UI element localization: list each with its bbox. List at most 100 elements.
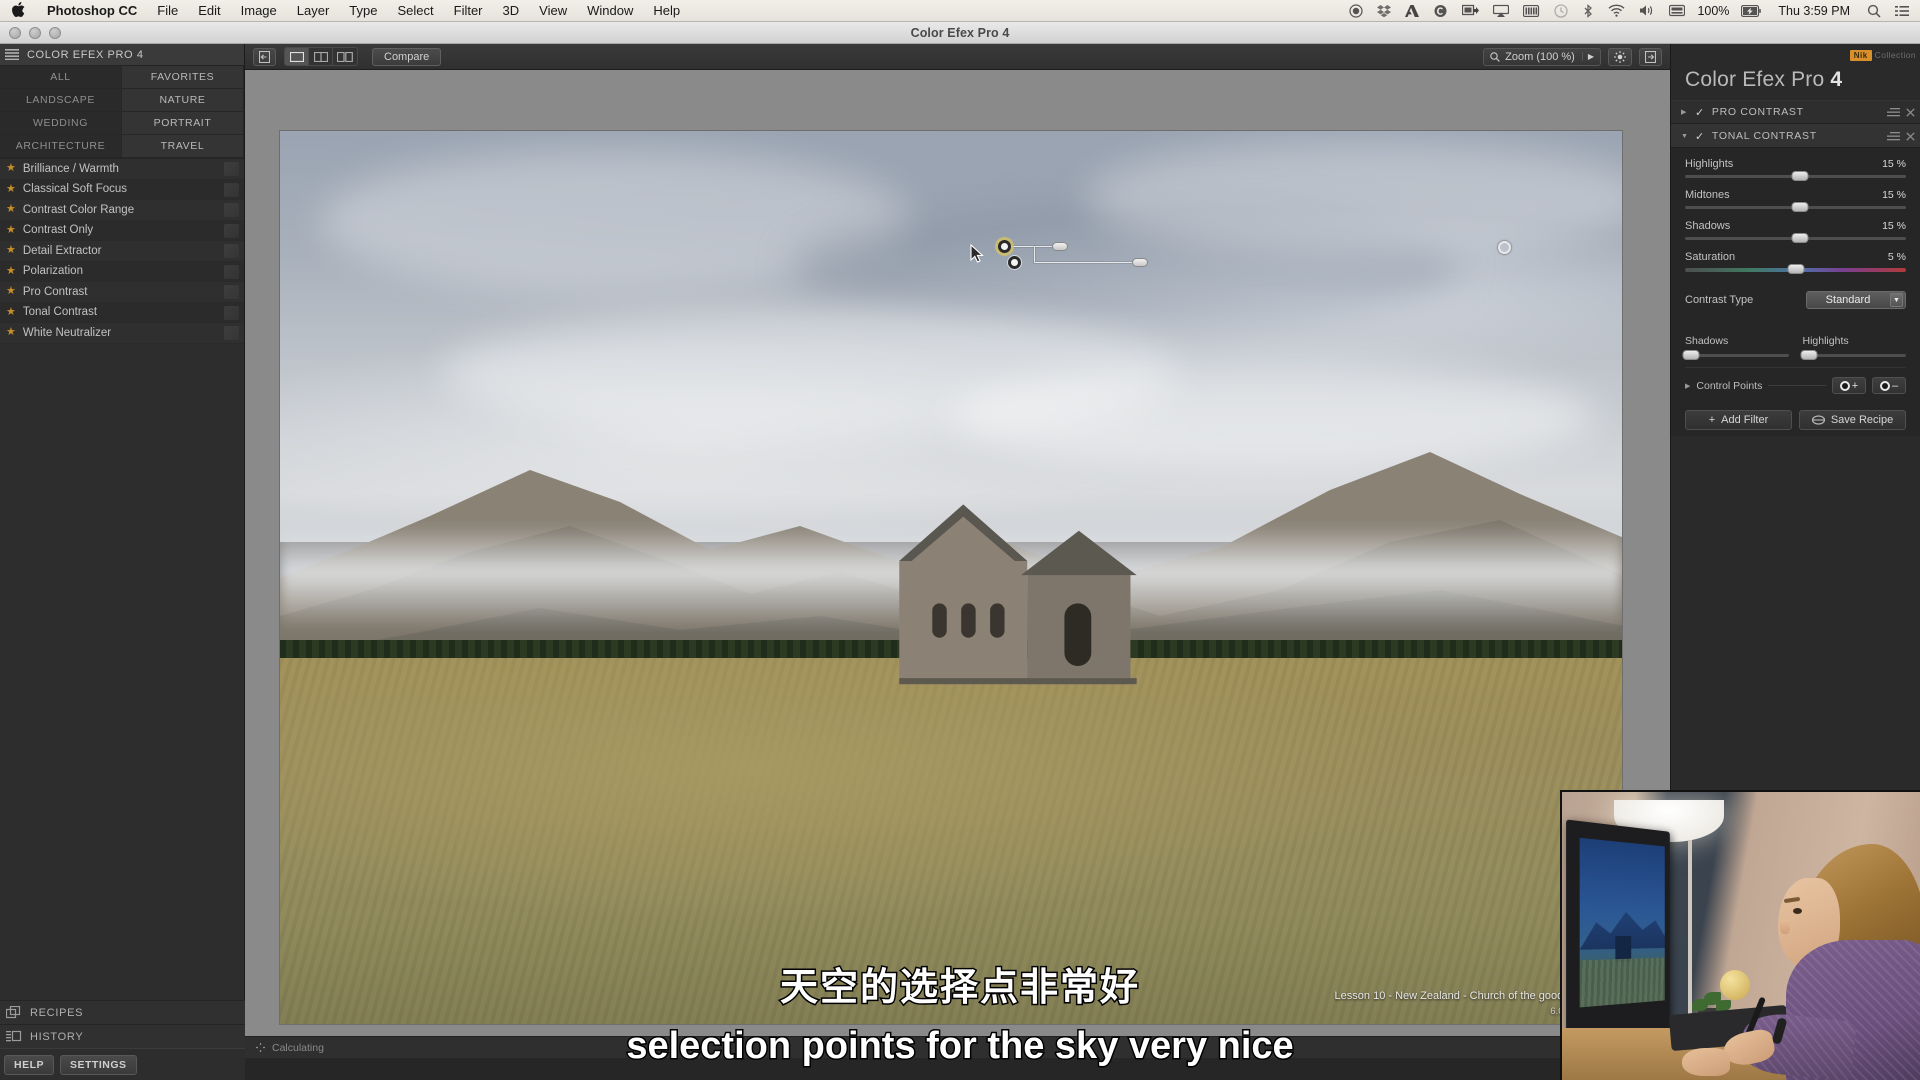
adobe-icon[interactable]: [1398, 4, 1426, 18]
side-by-side-view-icon[interactable]: [333, 48, 357, 65]
battery-strip-icon[interactable]: [1516, 4, 1547, 17]
record-icon[interactable]: [1342, 3, 1370, 18]
category-landscape[interactable]: LANDSCAPE: [0, 89, 122, 112]
list-item[interactable]: ★ White Neutralizer: [0, 323, 244, 344]
compare-button[interactable]: Compare: [372, 47, 442, 66]
save-recipe-button[interactable]: Save Recipe: [1799, 410, 1906, 430]
close-icon[interactable]: [1906, 107, 1915, 117]
menu-item-edit[interactable]: Edit: [188, 3, 230, 18]
control-point-slider-handle[interactable]: [1132, 258, 1148, 267]
search-icon[interactable]: [1860, 4, 1888, 18]
filter-menu-icon[interactable]: [1887, 131, 1900, 141]
filter-menu-icon[interactable]: [1887, 107, 1900, 117]
keyboard-icon[interactable]: [1662, 4, 1692, 17]
menu-item-view[interactable]: View: [529, 3, 577, 18]
slider-knob[interactable]: [1682, 350, 1700, 360]
menu-item-type[interactable]: Type: [339, 3, 387, 18]
control-point-3[interactable]: [1498, 241, 1511, 254]
category-nature[interactable]: NATURE: [122, 89, 244, 112]
photo-preview[interactable]: Lesson 10 - New Zealand - Church of the …: [279, 130, 1623, 1025]
list-item[interactable]: ★ Pro Contrast: [0, 282, 244, 303]
add-control-point-icon[interactable]: +: [1832, 377, 1866, 394]
favorite-star-icon[interactable]: ★: [6, 286, 16, 297]
menu-item-window[interactable]: Window: [577, 3, 643, 18]
slider-knob[interactable]: [1791, 233, 1809, 243]
fullscreen-icon[interactable]: [1639, 47, 1662, 66]
slider-track[interactable]: [1800, 350, 1906, 360]
settings-button[interactable]: SETTINGS: [60, 1054, 137, 1075]
favorite-star-icon[interactable]: ★: [6, 163, 16, 174]
list-item[interactable]: ★ Contrast Only: [0, 220, 244, 241]
contrast-type-select[interactable]: Standard ▼: [1806, 291, 1906, 309]
control-point-slider-handle[interactable]: [1052, 242, 1068, 251]
control-point-widget[interactable]: [970, 240, 1148, 270]
airplay-icon[interactable]: [1486, 4, 1516, 18]
menu-item-file[interactable]: File: [147, 3, 188, 18]
split-view-icon[interactable]: [309, 48, 333, 65]
slider-track[interactable]: [1685, 202, 1906, 212]
apple-icon[interactable]: [0, 1, 37, 18]
sidebar-item-recipes[interactable]: RECIPES: [0, 1000, 245, 1024]
display-icon[interactable]: [1455, 4, 1486, 18]
wifi-icon[interactable]: [1601, 4, 1632, 17]
canvas-area[interactable]: Lesson 10 - New Zealand - Church of the …: [245, 70, 1670, 1058]
category-all[interactable]: ALL: [0, 66, 122, 89]
category-portrait[interactable]: PORTRAIT: [122, 112, 244, 135]
close-icon[interactable]: [1906, 131, 1915, 141]
list-item[interactable]: ★ Tonal Contrast: [0, 302, 244, 323]
hamburger-icon[interactable]: [5, 49, 19, 60]
favorite-star-icon[interactable]: ★: [6, 265, 16, 277]
chevron-down-icon[interactable]: ▼: [1890, 293, 1903, 307]
chevron-right-icon[interactable]: ▶: [1681, 108, 1689, 116]
slider-knob[interactable]: [1791, 202, 1809, 212]
filter-checkbox[interactable]: ✓: [1695, 106, 1705, 119]
remove-control-point-icon[interactable]: –: [1872, 377, 1906, 394]
menu-item-select[interactable]: Select: [387, 3, 443, 18]
zoom-control[interactable]: Zoom (100 %) ▶: [1483, 47, 1601, 66]
slider-knob[interactable]: [1787, 264, 1804, 274]
favorite-star-icon[interactable]: ★: [6, 245, 16, 256]
slider-track[interactable]: [1682, 350, 1789, 360]
dropbox-icon[interactable]: [1370, 4, 1398, 18]
chevron-right-icon[interactable]: ▶: [1685, 382, 1690, 390]
menu-app-name[interactable]: Photoshop CC: [37, 3, 147, 18]
volume-icon[interactable]: [1632, 4, 1662, 17]
list-item[interactable]: ★ Brilliance / Warmth: [0, 159, 244, 180]
filter-checkbox[interactable]: ✓: [1695, 130, 1705, 143]
menu-item-filter[interactable]: Filter: [444, 3, 493, 18]
chevron-down-icon[interactable]: ▼: [1681, 133, 1689, 140]
favorite-star-icon[interactable]: ★: [6, 204, 16, 215]
add-filter-button[interactable]: + Add Filter: [1685, 410, 1792, 430]
filter-header-pro-contrast[interactable]: ▶ ✓ PRO CONTRAST: [1671, 100, 1920, 124]
category-wedding[interactable]: WEDDING: [0, 112, 122, 135]
slider-track[interactable]: [1685, 171, 1906, 181]
control-point-2[interactable]: [1008, 256, 1021, 269]
list-item[interactable]: ★ Contrast Color Range: [0, 200, 244, 221]
slider-knob[interactable]: [1791, 171, 1809, 181]
menu-item-3d[interactable]: 3D: [493, 3, 530, 18]
notification-center-icon[interactable]: [1888, 5, 1920, 17]
category-favorites[interactable]: FAVORITES: [122, 66, 244, 89]
chevron-right-icon[interactable]: ▶: [1581, 52, 1594, 61]
menu-item-help[interactable]: Help: [643, 3, 690, 18]
category-travel[interactable]: TRAVEL: [122, 135, 244, 158]
slider-knob[interactable]: [1800, 350, 1818, 360]
bluetooth-icon[interactable]: [1575, 3, 1601, 18]
brightness-icon[interactable]: [1608, 47, 1632, 66]
menu-item-image[interactable]: Image: [231, 3, 287, 18]
favorite-star-icon[interactable]: ★: [6, 183, 16, 195]
list-item[interactable]: ★ Detail Extractor: [0, 241, 244, 262]
favorite-star-icon[interactable]: ★: [6, 306, 16, 318]
category-architecture[interactable]: ARCHITECTURE: [0, 135, 122, 158]
slider-track[interactable]: [1685, 264, 1906, 274]
sidebar-item-history[interactable]: HISTORY: [0, 1024, 245, 1048]
battery-charging-icon[interactable]: [1734, 4, 1768, 17]
list-item[interactable]: ★ Polarization: [0, 261, 244, 282]
help-button[interactable]: HELP: [4, 1054, 55, 1075]
menu-item-layer[interactable]: Layer: [287, 3, 340, 18]
menubar-clock[interactable]: Thu 3:59 PM: [1768, 4, 1860, 18]
single-view-icon[interactable]: [285, 48, 309, 65]
list-item[interactable]: ★ Classical Soft Focus: [0, 179, 244, 200]
filter-header-tonal-contrast[interactable]: ▼ ✓ TONAL CONTRAST: [1671, 124, 1920, 148]
control-point-1[interactable]: [998, 240, 1011, 253]
